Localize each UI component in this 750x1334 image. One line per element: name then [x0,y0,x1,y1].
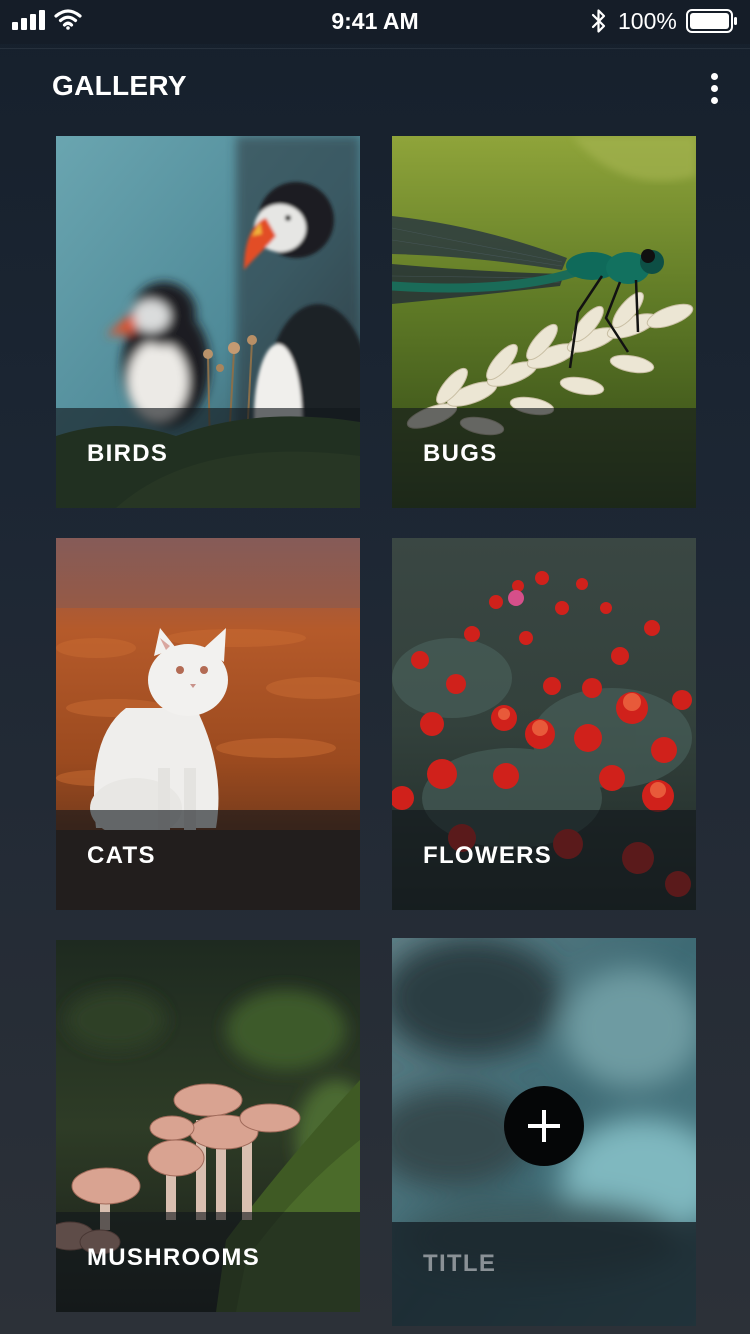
tile-label-cats: CATS [87,842,156,869]
bluetooth-icon [591,9,606,33]
status-divider [0,48,750,49]
gallery-tile-new[interactable]: TITLE [392,938,696,1326]
gallery-tile-birds[interactable]: BIRDS [56,136,360,508]
status-bar: 9:41 AM 100% [0,0,750,44]
gallery-tile-flowers[interactable]: FLOWERS [392,538,696,910]
tile-label-birds: BIRDS [87,440,169,467]
tile-label-bugs: BUGS [423,440,498,467]
tile-label-flowers: FLOWERS [423,842,553,869]
gallery-tile-bugs[interactable]: BUGS [392,136,696,508]
gallery-tile-cats[interactable]: CATS [56,538,360,910]
battery-icon [686,9,737,33]
plus-icon [528,1110,560,1142]
battery-percent: 100% [618,8,677,34]
add-button[interactable] [504,1086,584,1166]
tile-label-mushrooms: MUSHROOMS [87,1244,261,1271]
tile-label-title: TITLE [423,1250,497,1277]
gallery-tile-mushrooms[interactable]: MUSHROOMS [56,940,360,1312]
more-vertical-icon[interactable] [700,70,730,108]
page-title: GALLERY [52,70,187,101]
